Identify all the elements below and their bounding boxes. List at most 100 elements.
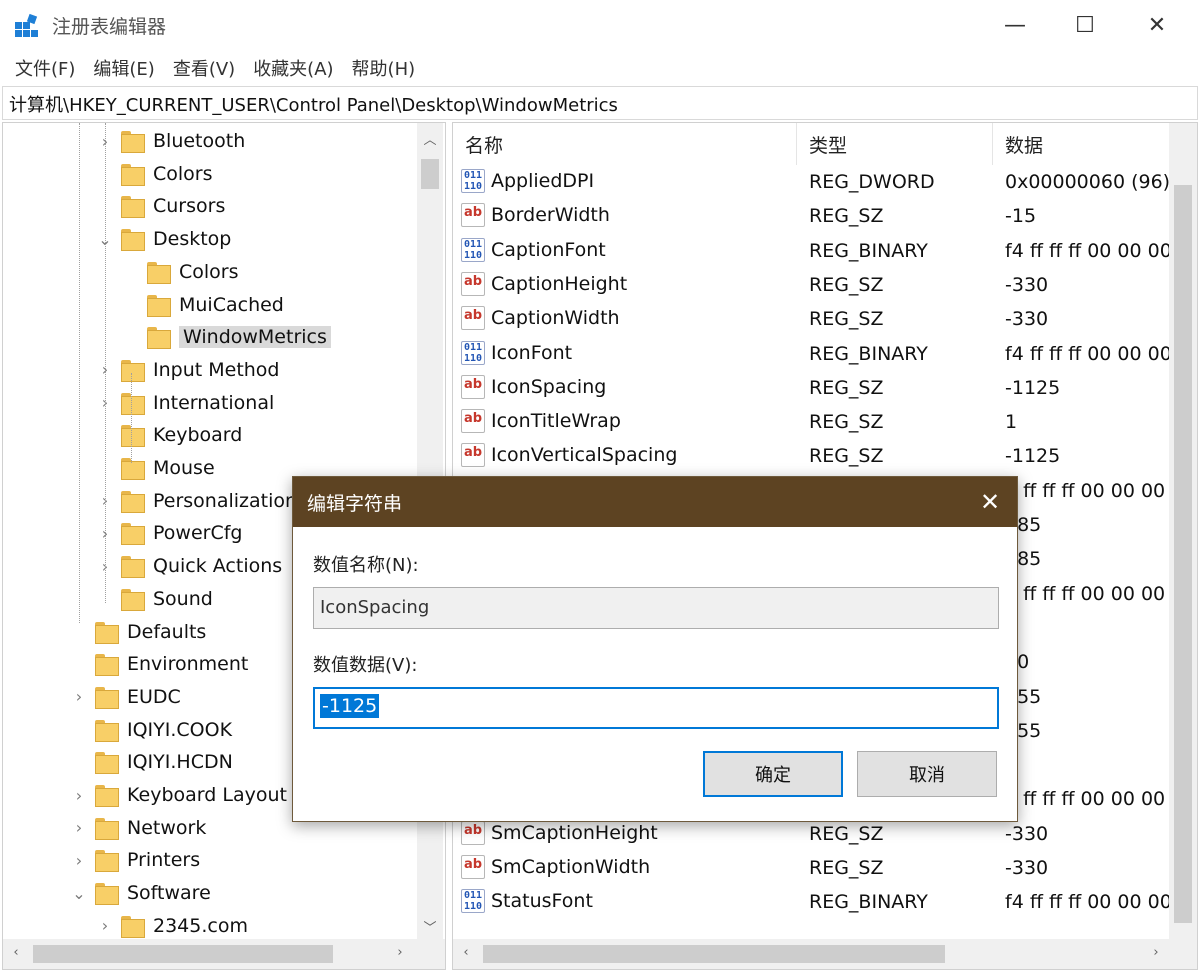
tree-item[interactable]: › Network — [69, 812, 206, 844]
tree-item-label: IQIYI.HCDN — [127, 751, 233, 774]
tree-item[interactable]: › Printers — [69, 844, 200, 876]
tree-item[interactable]: › 2345.com — [95, 910, 248, 942]
icon-glyph: ab — [464, 445, 483, 461]
tree-item[interactable]: Colors — [95, 158, 213, 190]
menu-file[interactable]: 文件(F) — [6, 55, 84, 81]
scroll-right-arrow-icon[interactable]: › — [387, 945, 413, 960]
tree-item[interactable]: › Personalization — [95, 485, 297, 517]
tree-item[interactable]: › International — [95, 387, 274, 419]
list-item[interactable]: ab CaptionWidth REG_SZ -330 — [453, 302, 1173, 336]
tree-item[interactable]: Defaults — [69, 616, 206, 648]
tree-item[interactable]: ⌄ Software — [69, 877, 211, 909]
tree-item[interactable]: › Input Method — [95, 354, 280, 386]
column-header-name[interactable]: 名称 — [453, 123, 797, 165]
folder-icon — [121, 490, 145, 513]
folder-icon — [121, 523, 145, 546]
icon-glyph: ab — [464, 857, 483, 872]
tree-item[interactable]: Mouse — [95, 452, 215, 484]
chevron-right-icon[interactable]: › — [69, 785, 89, 805]
menu-edit[interactable]: 编辑(E) — [84, 55, 163, 81]
tree-item[interactable]: Keyboard — [95, 419, 242, 451]
tree-item-label: EUDC — [127, 685, 181, 708]
chevron-right-icon[interactable]: › — [69, 818, 89, 838]
tree-item-label: Input Method — [153, 358, 280, 381]
list-item[interactable]: ab SmCaptionWidth REG_SZ -330 — [453, 851, 1173, 885]
tree-item[interactable]: ⌄ Desktop — [95, 223, 231, 255]
tree-item[interactable]: MuiCached — [121, 289, 284, 321]
value-name: SmCaptionWidth — [491, 856, 651, 878]
tree-item[interactable]: › EUDC — [69, 681, 181, 713]
list-hscroll-thumb[interactable] — [483, 945, 945, 963]
tree-hscroll-thumb[interactable] — [33, 945, 333, 963]
tree-item[interactable]: › Keyboard Layout — [69, 779, 287, 811]
menu-view[interactable]: 查看(V) — [164, 55, 244, 81]
tree-item[interactable]: WindowMetrics — [121, 321, 331, 353]
maximize-button[interactable]: ☐ — [1050, 0, 1120, 50]
value-name: CaptionHeight — [491, 272, 628, 295]
value-name-cell: ab CaptionHeight — [461, 271, 628, 296]
value-type-cell: REG_SZ — [809, 857, 884, 879]
window-title: 注册表编辑器 — [52, 16, 167, 38]
scroll-left-arrow-icon[interactable]: ‹ — [3, 945, 29, 960]
close-window-button[interactable]: ✕ — [1122, 0, 1192, 50]
binary-value-icon: 011 110 — [461, 340, 485, 365]
chevron-right-icon[interactable]: › — [69, 850, 89, 870]
value-data-cell: 4 ff ff ff 00 00 00 — [1005, 788, 1166, 811]
list-item[interactable]: 011 110 IconFont REG_BINARY f4 ff ff ff 00 … — [453, 337, 1173, 371]
menu-help[interactable]: 帮助(H) — [343, 55, 425, 81]
folder-icon — [121, 556, 145, 579]
tree-connector — [69, 654, 89, 674]
tree-item[interactable]: IQIYI.COOK — [69, 714, 232, 746]
value-type-cell: REG_SZ — [809, 308, 884, 331]
list-horizontal-scrollbar[interactable]: ‹ › — [453, 939, 1197, 969]
value-data-cell: f4 ff ff ff 00 00 00 — [1005, 891, 1172, 914]
tree-item[interactable]: › PowerCfg — [95, 517, 242, 549]
column-header-type[interactable]: 类型 — [797, 123, 993, 165]
minimize-button[interactable]: — — [980, 0, 1050, 50]
binary-value-icon: 011 110 — [461, 237, 485, 262]
value-type-cell: REG_SZ — [809, 445, 884, 468]
tree-item[interactable]: Environment — [69, 648, 248, 680]
list-item[interactable]: ab IconVerticalSpacing REG_SZ -1125 — [453, 439, 1173, 473]
folder-icon — [121, 196, 145, 219]
value-type-cell: REG_BINARY — [809, 891, 928, 914]
tree-item-label: MuiCached — [179, 293, 284, 316]
list-item[interactable]: 011 110 AppliedDPI REG_DWORD 0x00000060 (96… — [453, 165, 1173, 199]
regedit-app-icon — [15, 13, 38, 37]
list-vertical-scrollbar[interactable] — [1169, 123, 1197, 939]
cancel-button[interactable]: 取消 — [857, 751, 997, 797]
list-item[interactable]: 011 110 CaptionFont REG_BINARY f4 ff ff ff … — [453, 234, 1173, 268]
tree-item[interactable]: IQIYI.HCDN — [69, 746, 233, 778]
tree-item[interactable]: › Bluetooth — [95, 125, 245, 157]
dialog-close-icon[interactable]: ✕ — [963, 477, 1017, 527]
ok-button[interactable]: 确定 — [703, 751, 843, 797]
chevron-right-icon[interactable]: › — [69, 687, 89, 707]
list-scroll-thumb[interactable] — [1174, 185, 1192, 923]
list-item[interactable]: ab BorderWidth REG_SZ -15 — [453, 199, 1173, 233]
column-header-data[interactable]: 数据 — [993, 123, 1197, 165]
icon-glyph: 011 110 — [464, 341, 483, 364]
address-bar[interactable]: 计算机\HKEY_CURRENT_USER\Control Panel\Desk… — [2, 86, 1198, 120]
tree-item[interactable]: › Quick Actions — [95, 550, 282, 582]
scroll-up-arrow-icon[interactable]: ︿ — [417, 129, 443, 148]
tree-item[interactable]: Cursors — [95, 190, 225, 222]
tree-horizontal-scrollbar[interactable]: ‹ › — [3, 939, 445, 969]
list-item[interactable]: ab CaptionHeight REG_SZ -330 — [453, 268, 1173, 302]
tree-scroll-thumb[interactable] — [421, 159, 439, 189]
chevron-down-icon[interactable]: ⌄ — [69, 883, 89, 903]
list-item[interactable]: 011 110 StatusFont REG_BINARY f4 ff ff ff 0… — [453, 885, 1173, 919]
chevron-right-icon[interactable]: › — [95, 916, 115, 936]
string-value-icon: ab — [461, 203, 485, 228]
menu-favorites[interactable]: 收藏夹(A) — [244, 55, 342, 81]
tree-item-label: Software — [127, 882, 211, 905]
icon-glyph: ab — [464, 411, 483, 427]
list-item[interactable]: ab IconSpacing REG_SZ -1125 — [453, 371, 1173, 405]
value-name: BorderWidth — [491, 204, 610, 227]
tree-item[interactable]: Sound — [95, 583, 213, 615]
value-data-input[interactable]: -1125 — [313, 687, 999, 729]
scroll-right-arrow-icon[interactable]: › — [1143, 945, 1169, 960]
scroll-left-arrow-icon[interactable]: ‹ — [453, 945, 479, 960]
list-item[interactable]: ab IconTitleWrap REG_SZ 1 — [453, 405, 1173, 439]
tree-item[interactable]: Colors — [121, 256, 239, 288]
scroll-down-arrow-icon[interactable]: ﹀ — [417, 917, 443, 936]
